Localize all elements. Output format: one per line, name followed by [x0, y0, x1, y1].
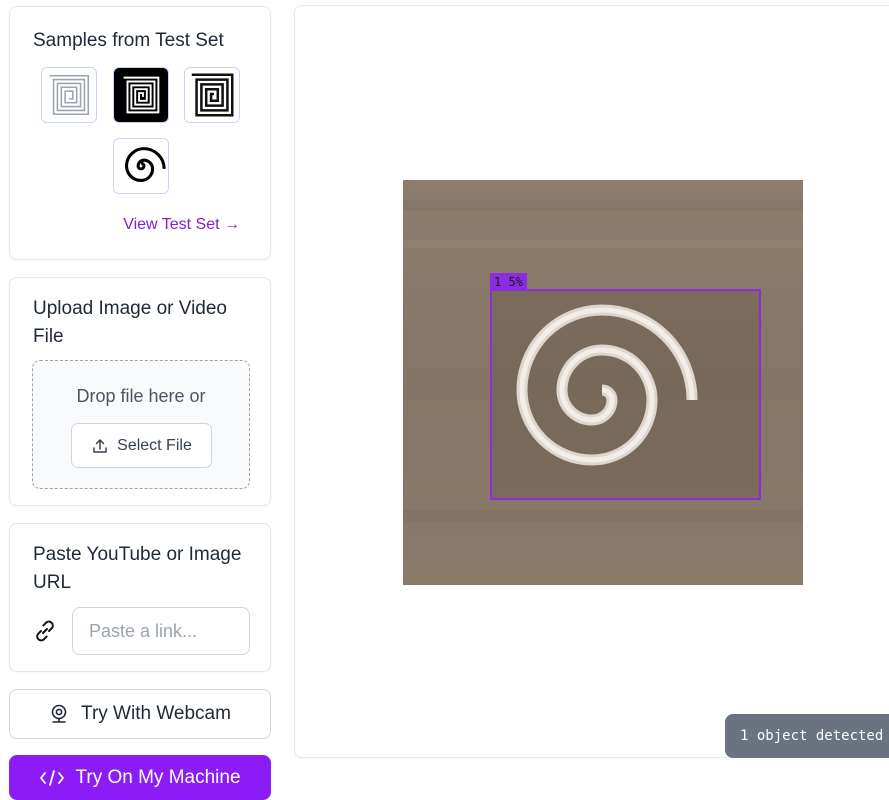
sample-thumbnail-2[interactable] [113, 67, 169, 123]
detection-label: 1 5% [490, 273, 527, 291]
dropzone-text: Drop file here or [76, 386, 206, 406]
square-spiral-black-icon [114, 68, 168, 122]
result-panel: 1 5% [294, 5, 889, 758]
upload-icon [93, 438, 107, 453]
file-dropzone[interactable]: Drop file here or Select File [32, 360, 250, 489]
try-on-machine-button[interactable]: Try On My Machine [9, 755, 271, 800]
url-card: Paste YouTube or Image URL [9, 523, 271, 672]
try-on-machine-label: Try On My Machine [75, 766, 241, 788]
view-test-set-link[interactable]: View Test Set → [123, 216, 240, 234]
detection-bounding-box [490, 289, 761, 500]
upload-card: Upload Image or Video File Drop file her… [9, 277, 271, 506]
webcam-label: Try With Webcam [81, 703, 231, 724]
webcam-icon [51, 704, 67, 723]
round-spiral-icon [114, 139, 168, 193]
samples-title: Samples from Test Set [33, 30, 224, 51]
square-spiral-bold-icon [185, 68, 239, 122]
samples-card: Samples from Test Set View Test Set → [9, 6, 271, 260]
select-file-label: Select File [117, 436, 192, 454]
square-spiral-outline-icon [42, 68, 96, 122]
upload-title: Upload Image or Video File [33, 298, 227, 347]
sample-thumbnail-1[interactable] [41, 67, 97, 123]
detection-status-toast: 1 object detected [725, 714, 889, 758]
url-title: Paste YouTube or Image URL [33, 544, 242, 593]
sample-thumbnail-4[interactable] [113, 138, 169, 194]
sample-thumbnail-3[interactable] [184, 67, 240, 123]
select-file-button[interactable]: Select File [71, 423, 212, 468]
code-icon [40, 769, 65, 786]
url-input[interactable] [72, 607, 250, 655]
link-icon [36, 620, 54, 642]
detection-image: 1 5% [403, 180, 803, 585]
webcam-button[interactable]: Try With Webcam [9, 689, 271, 739]
